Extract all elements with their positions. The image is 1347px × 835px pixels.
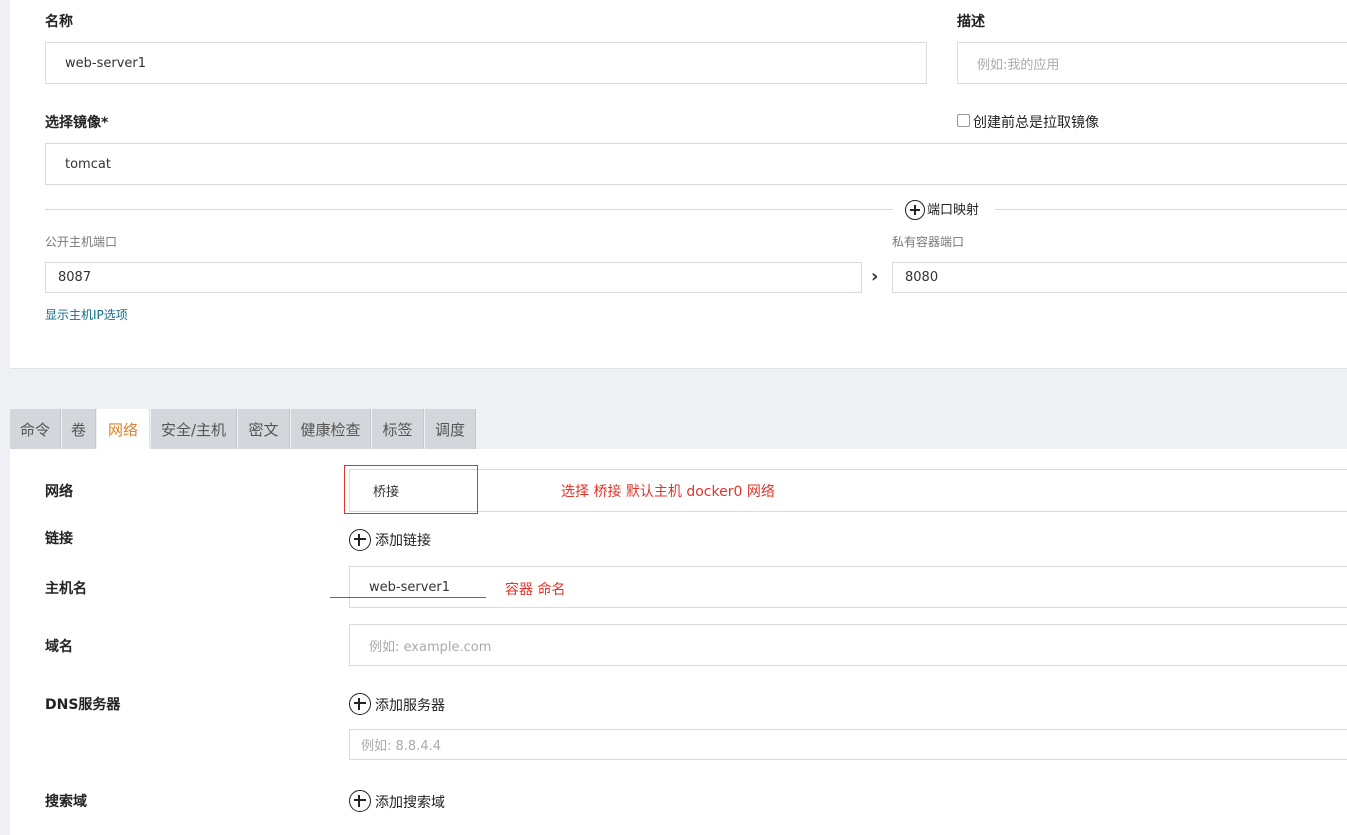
hostname-input[interactable]: web-server1	[349, 566, 1347, 608]
public-port-input[interactable]: 8087	[45, 262, 862, 293]
tab-labels[interactable]: 标签	[372, 409, 424, 449]
tab-volumes[interactable]: 卷	[62, 409, 96, 449]
search-domain-label: 搜索域	[45, 794, 87, 810]
tab-security-host[interactable]: 安全/主机	[151, 409, 237, 449]
tab-network[interactable]: 网络	[97, 409, 150, 450]
tab-scheduling[interactable]: 调度	[425, 409, 476, 449]
image-input[interactable]: tomcat	[45, 143, 1347, 185]
network-highlight-box	[344, 465, 478, 514]
public-port-label: 公开主机端口	[45, 235, 118, 249]
chevron-right-icon: ›	[871, 266, 879, 287]
domain-label: 域名	[45, 639, 73, 655]
network-select[interactable]: 桥接	[349, 469, 1347, 512]
port-mapping-button-label[interactable]: 端口映射	[927, 199, 979, 218]
name-input[interactable]: web-server1	[45, 42, 927, 84]
add-port-mapping-icon[interactable]	[905, 200, 925, 220]
image-label: 选择镜像*	[45, 115, 109, 131]
description-label: 描述	[957, 14, 985, 30]
tab-secrets[interactable]: 密文	[238, 409, 290, 449]
network-annotation: 选择 桥接 默认主机 docker0 网络	[561, 484, 775, 500]
pull-image-label: 创建前总是拉取镜像	[973, 115, 1099, 131]
add-dns-icon[interactable]	[349, 693, 371, 715]
hostname-label: 主机名	[45, 581, 87, 597]
add-dns-button[interactable]: 添加服务器	[375, 695, 445, 715]
add-link-icon[interactable]	[349, 529, 371, 551]
network-label: 网络	[45, 484, 73, 500]
add-search-domain-icon[interactable]	[349, 790, 371, 812]
add-search-domain-button[interactable]: 添加搜索域	[375, 792, 445, 812]
dns-input[interactable]: 例如: 8.8.4.4	[349, 729, 1347, 760]
hostname-annotation: 容器 命名	[505, 582, 566, 598]
dns-label: DNS服务器	[45, 697, 121, 713]
domain-input[interactable]: 例如: example.com	[349, 624, 1347, 666]
description-input[interactable]: 例如:我的应用	[957, 42, 1347, 84]
add-link-button[interactable]: 添加链接	[375, 530, 431, 550]
tab-health-check[interactable]: 健康检查	[291, 409, 371, 449]
pull-image-checkbox[interactable]	[957, 114, 970, 127]
show-host-ip-link[interactable]: 显示主机IP选项	[45, 306, 128, 323]
tab-command[interactable]: 命令	[10, 409, 61, 449]
private-port-input[interactable]: 8080	[892, 262, 1347, 293]
divider-right	[995, 209, 1347, 210]
hostname-underline	[330, 597, 486, 598]
link-label: 链接	[45, 531, 73, 547]
divider-left	[45, 209, 893, 210]
name-label: 名称	[45, 14, 73, 30]
private-port-label: 私有容器端口	[892, 235, 965, 249]
